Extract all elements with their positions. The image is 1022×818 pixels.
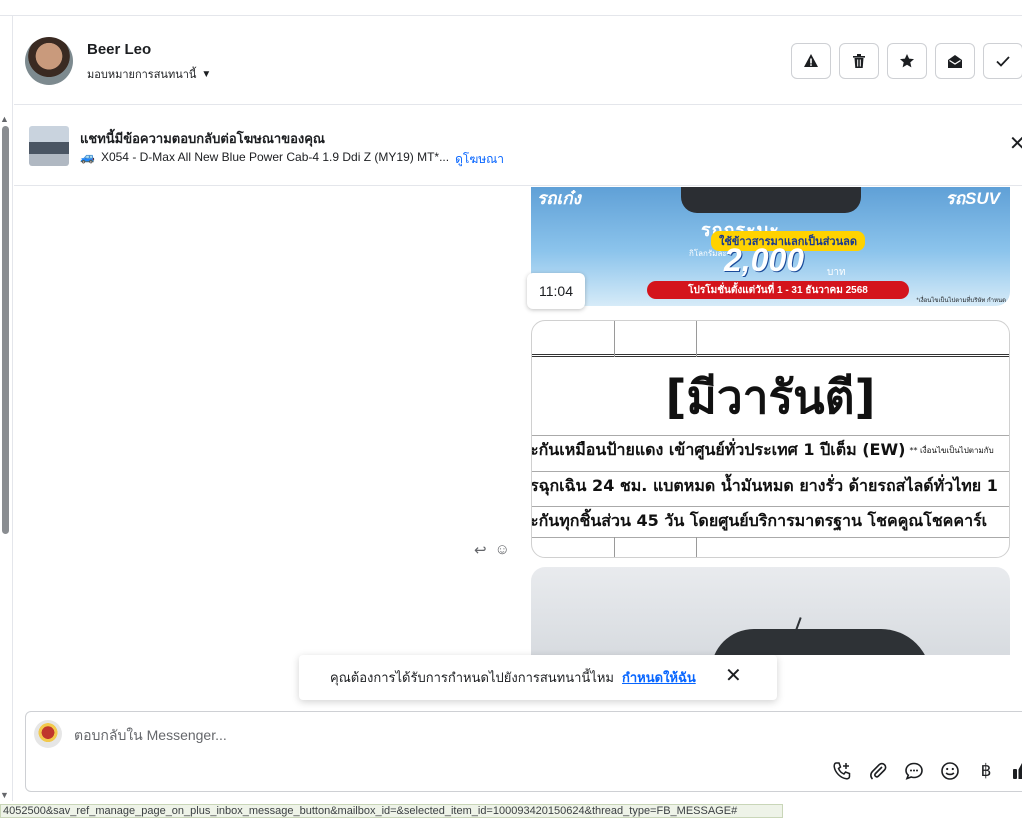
top-border xyxy=(0,0,1022,16)
mark-unread-button[interactable] xyxy=(935,43,975,79)
promo-unit: บาท xyxy=(827,267,846,278)
ad-product-name: X054 - D-Max All New Blue Power Cab-4 1.… xyxy=(100,150,450,164)
warranty-row: ะกันทุกชิ้นส่วน 45 วัน โดยศูนย์บริการมาต… xyxy=(531,506,1009,536)
car-graphic xyxy=(711,629,931,655)
attachment-icon[interactable] xyxy=(867,760,889,782)
star-icon xyxy=(900,54,914,68)
scrollbar-thumb[interactable] xyxy=(2,126,9,534)
trash-icon xyxy=(853,54,865,68)
react-emoji-icon[interactable]: ☺ xyxy=(495,541,510,559)
composer-toolbar: ฿ xyxy=(831,760,1022,782)
call-plus-icon[interactable] xyxy=(831,760,853,782)
phone-icon xyxy=(833,762,851,780)
mark-done-button[interactable] xyxy=(983,43,1022,79)
star-button[interactable] xyxy=(887,43,927,79)
table-divider xyxy=(614,321,615,357)
contact-avatar[interactable] xyxy=(25,37,73,85)
view-ad-link[interactable]: ดูโฆษณา xyxy=(455,150,504,169)
truck-graphic xyxy=(681,187,861,213)
message-timestamp: 11:04 xyxy=(527,273,585,309)
warranty-heading: [มีวารันตี] xyxy=(665,370,876,424)
promo-left-tag: รถเก๋ง xyxy=(537,189,581,208)
warranty-row-note: ** เงื่อนไขเป็นไปตามกับ xyxy=(909,446,994,455)
mark-spam-button[interactable] xyxy=(791,43,831,79)
saved-replies-icon[interactable] xyxy=(903,760,925,782)
chat-bubble-icon xyxy=(905,762,923,780)
promo-price: 2,000 xyxy=(724,242,805,278)
warranty-row-text: รฉุกเฉิน 24 ชม. แบตหมด น้ำมันหมด ยางรั่ว… xyxy=(531,476,998,495)
message-composer: ฿ xyxy=(25,711,1022,792)
promo-date-band: โปรโมชั่นตั้งแต่วันที่ 1 - 31 ธันวาคม 25… xyxy=(647,281,909,299)
message-hover-actions: ↩ ☺ xyxy=(474,541,510,559)
paperclip-icon xyxy=(870,762,887,780)
reply-icon[interactable]: ↩ xyxy=(474,541,487,559)
warning-icon xyxy=(804,54,818,67)
table-header-band xyxy=(532,321,1009,357)
scroll-down-arrow-icon[interactable]: ▼ xyxy=(0,790,10,800)
promo-right-tag: รถSUV xyxy=(945,189,1000,208)
header-actions xyxy=(791,43,1022,79)
warranty-row: รฉุกเฉิน 24 ชม. แบตหมด น้ำมันหมด ยางรั่ว… xyxy=(531,471,1009,501)
assign-prompt-toast: คุณต้องการได้รับการกำหนดไปยังการสนทนานี้… xyxy=(299,655,777,700)
assign-prompt-text: คุณต้องการได้รับการกำหนดไปยังการสนทนานี้… xyxy=(330,670,614,685)
conversation-header: Beer Leo มอบหมายการสนทนานี้ ▼ xyxy=(14,17,1022,105)
warranty-row-text: ะกันทุกชิ้นส่วน 45 วัน โดยศูนย์บริการมาต… xyxy=(531,511,988,530)
table-divider xyxy=(696,537,697,557)
message-thread: รถเก๋ง รถSUV รถกระบะ ใช้ข้าวสารมาแลกเป็น… xyxy=(14,187,1022,655)
assign-label: มอบหมายการสนทนานี้ xyxy=(87,69,197,81)
ad-thumbnail[interactable] xyxy=(29,126,69,166)
browser-status-url: 4052500&sav_ref_manage_page_on_plus_inbo… xyxy=(0,804,783,818)
ad-reply-banner: แชทนี้มีข้อความตอบกลับต่อโฆษณาของคุณ 🚙 X… xyxy=(14,106,1022,186)
promo-per-kg: กิโลกรัมละ xyxy=(689,249,727,258)
warranty-image-message[interactable]: [มีวารันตี] ะกันเหมือนป้ายแดง เข้าศูนย์ท… xyxy=(531,320,1010,558)
pickup-truck-icon: 🚙 xyxy=(80,150,95,164)
promo-image-message[interactable]: รถเก๋ง รถSUV รถกระบะ ใช้ข้าวสารมาแลกเป็น… xyxy=(531,187,1010,306)
promo-fine-print: *เงื่อนไขเป็นไปตามที่บริษัท กำหนด xyxy=(916,298,1006,304)
reply-input[interactable] xyxy=(74,724,674,746)
envelope-open-icon xyxy=(948,55,962,68)
checkmark-icon xyxy=(996,56,1010,67)
assign-conversation-dropdown[interactable]: มอบหมายการสนทนานี้ ▼ xyxy=(87,65,211,83)
assign-to-me-link[interactable]: กำหนดให้ฉัน xyxy=(622,667,696,688)
table-footer-band xyxy=(532,537,1009,557)
delete-button[interactable] xyxy=(839,43,879,79)
table-divider xyxy=(696,321,697,357)
warranty-row: ะกันเหมือนป้ายแดง เข้าศูนย์ทั่วประเทศ 1 … xyxy=(531,435,1009,465)
like-icon xyxy=(1013,763,1022,779)
emoji-icon[interactable] xyxy=(939,760,961,782)
car-photo-message[interactable] xyxy=(531,567,1010,655)
scroll-up-arrow-icon[interactable]: ▲ xyxy=(0,114,10,124)
ad-banner-title: แชทนี้มีข้อความตอบกลับต่อโฆษณาของคุณ xyxy=(80,131,325,146)
close-banner-icon[interactable]: ✕ xyxy=(1009,134,1022,154)
page-avatar xyxy=(34,720,62,748)
contact-name[interactable]: Beer Leo xyxy=(87,41,151,58)
table-divider xyxy=(614,537,615,557)
thumbs-up-icon[interactable] xyxy=(1011,760,1022,782)
caret-down-icon: ▼ xyxy=(201,68,212,80)
close-toast-icon[interactable]: ✕ xyxy=(725,666,742,686)
ad-banner-subtitle: 🚙 X054 - D-Max All New Blue Power Cab-4 … xyxy=(80,150,504,169)
warranty-row-text: ะกันเหมือนป้ายแดง เข้าศูนย์ทั่วประเทศ 1 … xyxy=(531,440,906,459)
payment-baht-icon[interactable]: ฿ xyxy=(975,760,997,782)
smiley-icon xyxy=(941,762,959,780)
